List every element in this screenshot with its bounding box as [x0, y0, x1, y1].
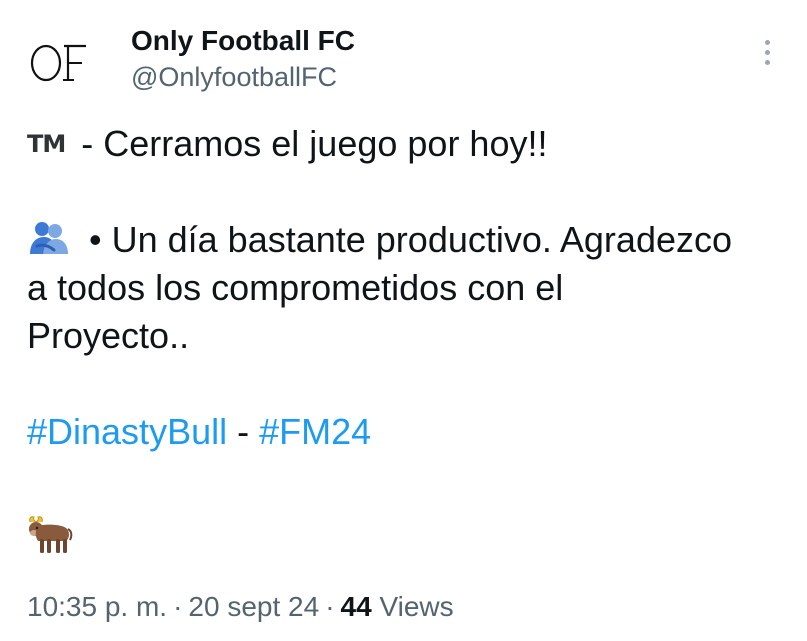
tweet-line-1: TM - Cerramos el juego por hoy!! — [27, 120, 787, 168]
more-vertical-icon-dot — [764, 49, 770, 55]
hashtags-line: #DinastyBull - #FM24 — [27, 408, 787, 456]
tweet-line-4: Proyecto.. — [27, 315, 190, 356]
hashtag-dinastybull-link[interactable]: #DinastyBull — [27, 411, 227, 452]
more-vertical-icon-dot — [764, 59, 770, 65]
avatar[interactable] — [24, 32, 100, 92]
more-options-button[interactable] — [750, 32, 784, 72]
tweet-meta: 10:35 p. m. · 20 sept 24 · 44 Views — [27, 588, 454, 626]
hashtag-fm24-link[interactable]: #FM24 — [259, 411, 371, 452]
tweet-date[interactable]: 20 sept 24 — [188, 591, 319, 622]
line-spacer — [27, 168, 787, 216]
views-label: Views — [371, 591, 454, 622]
meta-separator: · — [325, 591, 335, 622]
author-display-name[interactable]: Only Football FC — [131, 24, 355, 58]
tweet-text: TM - Cerramos el juego por hoy!! • Un dí… — [27, 120, 787, 456]
tweet-line-3: a todos los comprometidos con el — [27, 267, 564, 308]
more-vertical-icon — [764, 39, 770, 45]
views-count[interactable]: 44 — [341, 591, 372, 622]
ox-icon — [24, 514, 74, 558]
tweet-line-2: • Un día bastante productivo. Agradezco — [27, 216, 787, 264]
tm-icon: TM — [27, 130, 66, 158]
people-hugging-icon — [27, 220, 71, 256]
tweet-time[interactable]: 10:35 p. m. — [27, 591, 167, 622]
meta-separator: · — [173, 591, 183, 622]
line-spacer — [27, 360, 787, 408]
tweet-header: Only Football FC @OnlyfootballFC — [0, 0, 807, 110]
hashtag-separator: - — [227, 411, 260, 452]
author-handle[interactable]: @OnlyfootballFC — [131, 61, 337, 93]
tweet-line-2-text: • Un día bastante productivo. Agradezco — [79, 219, 733, 260]
of-monogram-logo-icon — [30, 44, 86, 82]
tweet-line-1-text: - Cerramos el juego por hoy!! — [71, 123, 548, 164]
